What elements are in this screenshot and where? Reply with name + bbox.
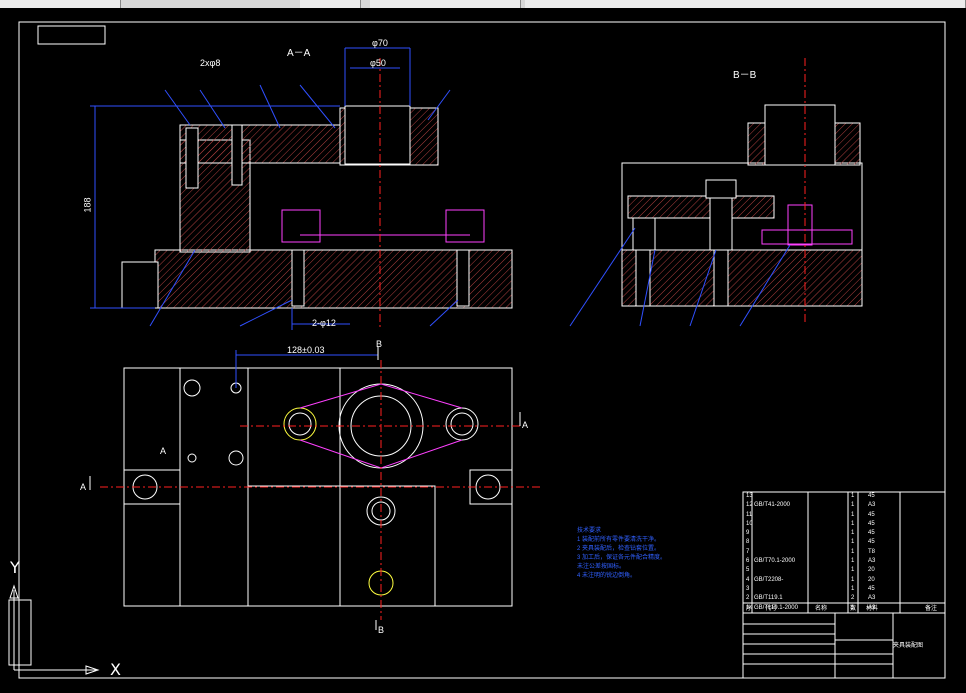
parts-cell-no: 5 [746,567,750,574]
dim-phi70: φ70 [372,38,388,48]
parts-header-note: 备注 [925,606,938,612]
parts-cell-qty: 1 [851,548,855,555]
parts-cell-qty: 1 [851,558,855,565]
parts-header-code: 代号 [765,606,778,612]
parts-cell-qty: 2 [851,595,855,602]
parts-cell-no: 11 [746,511,753,518]
parts-cell-qty: 1 [851,530,855,537]
parts-header-material: 材料 [866,606,879,612]
top-toolbar-strip [0,0,966,8]
parts-cell-no: 4 [746,576,750,583]
dim-bottom: 2-φ12 [312,318,336,328]
parts-header-qty: 数 [850,606,857,612]
parts-cell-qty: 1 [851,502,855,509]
section-bb-view [569,58,863,327]
dim-holes: 2xφ8 [200,58,221,68]
parts-cell-material: A3 [868,595,876,602]
parts-cell-code: GB/T41-2000 [754,502,791,509]
parts-cell-code: GB/T119.1 [754,595,783,602]
parts-cell-material: A3 [868,558,876,565]
mark-a-left: A [80,482,87,492]
parts-row: 13 1 45 [745,492,945,501]
parts-cell-no: 12 [746,502,753,509]
parts-cell-no: 7 [746,548,750,555]
parts-row: 10 1 45 [745,520,945,529]
dim-spacing: 128±0.03 [287,345,325,355]
title-block-name: 夹具装配图 [893,643,924,649]
corner-tab [37,25,106,45]
ucs-x-label: X [110,660,121,679]
parts-cell-material: 45 [868,511,875,518]
dim-height: 188 [82,197,93,213]
top-arm [179,124,341,164]
parts-row: 12 GB/T41-2000 1 A3 [745,501,945,510]
parts-cell-qty: 1 [851,493,855,499]
parts-cell-code: GB/T2208- [754,576,784,583]
note-line: 未注公差按国标。 [577,564,626,570]
note-line: 1 装配前所有零件要清洗干净。 [577,537,661,543]
drill-bushing [344,105,411,165]
parts-cell-no: 3 [746,585,750,592]
parts-cell-material: 20 [868,567,875,574]
mark-b-bottom: B [378,625,385,635]
parts-row: 5 1 20 [745,566,945,575]
parts-cell-material: A3 [868,502,876,509]
mark-a-small: A [160,446,167,456]
parts-cell-material: 45 [868,539,875,546]
parts-cell-material: 45 [868,585,875,592]
parts-row: 8 1 45 [745,538,945,547]
parts-cell-qty: 1 [851,511,855,518]
parts-cell-no: 8 [746,539,750,546]
parts-cell-qty: 1 [851,520,855,527]
clamp-left [281,209,321,243]
parts-cell-no: 10 [746,520,753,527]
parts-cell-material: 45 [868,520,875,527]
parts-row: 9 1 45 [745,529,945,538]
parts-header-name: 名称 [815,606,828,612]
section-aa-view [90,47,513,330]
toolbar-segment[interactable] [370,0,521,8]
section-aa-label: A－A [287,48,311,59]
parts-row: 4 GB/T2208- 1 20 [745,576,945,585]
bb-base [621,249,863,307]
clamp-right [445,209,485,243]
parts-row: 6 GB/T70.1-2000 1 A3 [745,557,945,566]
toolbar-segment[interactable] [525,0,966,8]
toolbar-segment[interactable] [0,0,121,8]
parts-cell-no: 2 [746,595,750,602]
note-line: 2 夹具装配后，检查钻套位置。 [577,546,661,552]
note-line: 3 加工后，保证各元件配合精度。 [577,555,667,561]
parts-cell-qty: 1 [851,539,855,546]
parts-cell-material: 45 [868,530,875,537]
bb-clamp [761,229,853,245]
parts-cell-code: GB/T70.1-2000 [754,558,796,565]
plan-view [89,347,540,630]
ucs-icon: Y X [6,558,126,680]
parts-cell-material: 45 [868,493,875,499]
parts-cell-material: T8 [868,548,876,555]
mark-a-right: A [522,420,529,430]
note-line: 4 未注明的锐边倒角。 [577,573,637,579]
parts-list: 13 1 45 12 GB/T41-2000 1 A3 11 1 45 10 1 45 9 1 45 8 1 45 7… [745,492,945,613]
note-line: 技术要求 [577,528,602,534]
parts-cell-no: 13 [746,493,753,499]
parts-row: 7 1 T8 [745,548,945,557]
dim-phi50: φ50 [370,58,386,68]
parts-cell-material: 20 [868,576,875,583]
toolbar-segment[interactable] [300,0,361,8]
parts-cell-qty: 1 [851,576,855,583]
parts-cell-qty: 1 [851,567,855,574]
parts-row: 3 1 45 [745,585,945,594]
technical-notes: 技术要求 1 装配前所有零件要清洗干净。 2 夹具装配后，检查钻套位置。 3 加… [577,527,727,581]
parts-header-no: 序 [746,606,753,612]
parts-cell-no: 9 [746,530,750,537]
parts-cell-no: 6 [746,558,750,565]
mark-b-top: B [376,339,383,349]
parts-cell-qty: 1 [851,585,855,592]
parts-row: 11 1 45 [745,511,945,520]
ucs-y-label: Y [10,558,20,577]
section-bb-label: B－B [733,70,757,81]
